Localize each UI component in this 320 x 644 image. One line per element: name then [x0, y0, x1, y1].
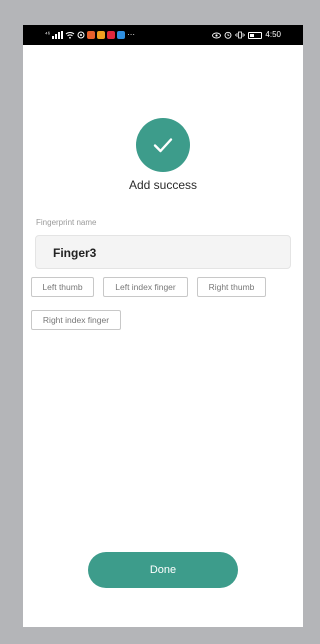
success-message: Add success	[128, 178, 198, 192]
app-notification-icon	[97, 31, 106, 39]
app-notification-icon	[107, 31, 116, 39]
vibrate-icon	[235, 31, 245, 39]
more-notifications: ···	[127, 30, 136, 39]
success-badge	[136, 118, 190, 172]
preset-right-thumb-button[interactable]: Right thumb	[197, 277, 266, 297]
preset-right-index-finger-button[interactable]: Right index finger	[31, 310, 121, 330]
fingerprint-name-label: Fingerprint name	[36, 218, 97, 227]
signal-icon	[52, 31, 64, 39]
status-right: 4:50	[212, 25, 281, 45]
done-button[interactable]: Done	[88, 552, 238, 588]
phone-screen: ⁴⁶ ··· 4:50 Add success Fingerprint name…	[23, 25, 303, 627]
checkmark-icon	[153, 138, 173, 153]
fingerprint-name-value: Finger3	[53, 246, 97, 260]
sync-icon	[77, 31, 85, 39]
fingerprint-name-input[interactable]: Finger3	[35, 235, 291, 269]
wifi-icon	[65, 32, 75, 39]
status-bar: ⁴⁶ ··· 4:50	[23, 25, 303, 45]
app-notification-icon	[87, 31, 96, 39]
status-time: 4:50	[265, 30, 281, 39]
app-notification-icon	[117, 31, 126, 39]
status-left: ⁴⁶ ···	[45, 25, 135, 45]
alarm-icon	[224, 31, 232, 39]
network-type-label: ⁴⁶	[45, 32, 51, 38]
battery-icon	[248, 31, 263, 39]
eye-icon	[212, 32, 222, 38]
preset-left-index-finger-button[interactable]: Left index finger	[103, 277, 188, 297]
preset-left-thumb-button[interactable]: Left thumb	[31, 277, 94, 297]
